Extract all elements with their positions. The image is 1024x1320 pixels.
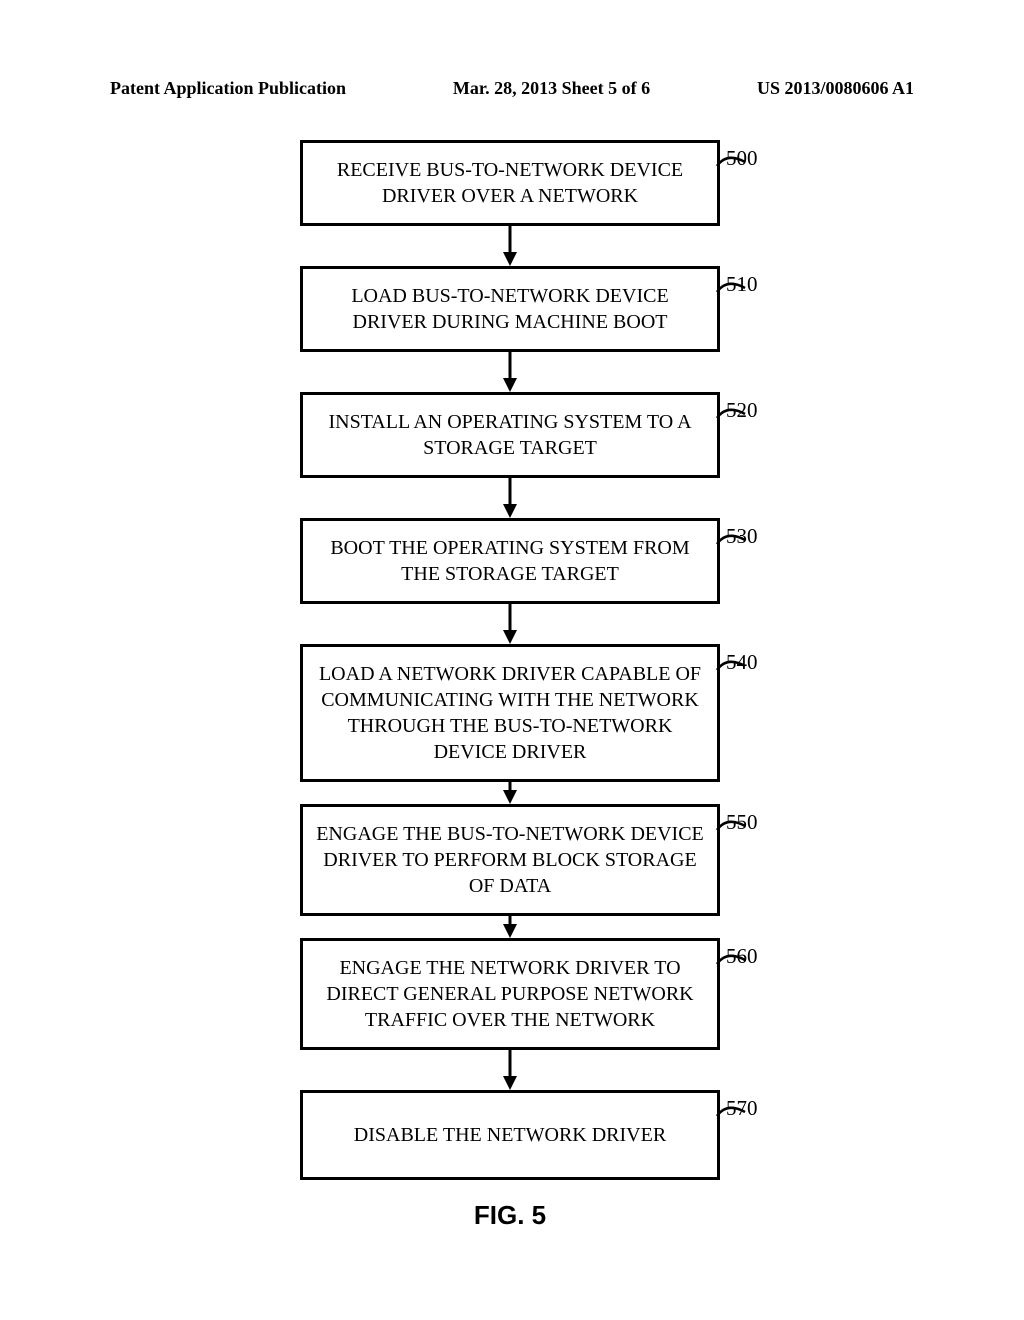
step-box-570: DISABLE THE NETWORK DRIVER [300,1090,720,1180]
step-box-550: ENGAGE THE BUS-TO-NETWORK DEVICE DRIVER … [300,804,720,916]
header-center: Mar. 28, 2013 Sheet 5 of 6 [453,78,650,99]
flow-arrow-icon [190,226,830,266]
flow-arrow-icon [190,916,830,938]
flow-step: LOAD A NETWORK DRIVER CAPABLE OF COMMUNI… [190,644,830,782]
figure-label: FIG. 5 [190,1200,830,1231]
step-box-540: LOAD A NETWORK DRIVER CAPABLE OF COMMUNI… [300,644,720,782]
step-text: LOAD A NETWORK DRIVER CAPABLE OF COMMUNI… [313,661,707,765]
flow-step: RECEIVE BUS-TO-NETWORK DEVICE DRIVER OVE… [190,140,830,226]
header-left: Patent Application Publication [110,78,346,99]
step-text: INSTALL AN OPERATING SYSTEM TO A STORAGE… [313,409,707,461]
flow-arrow-icon [190,604,830,644]
step-box-500: RECEIVE BUS-TO-NETWORK DEVICE DRIVER OVE… [300,140,720,226]
step-text: LOAD BUS-TO-NETWORK DEVICE DRIVER DURING… [313,283,707,335]
step-text: ENGAGE THE BUS-TO-NETWORK DEVICE DRIVER … [313,821,707,899]
flow-step: ENGAGE THE NETWORK DRIVER TO DIRECT GENE… [190,938,830,1050]
step-box-560: ENGAGE THE NETWORK DRIVER TO DIRECT GENE… [300,938,720,1050]
flow-step: ENGAGE THE BUS-TO-NETWORK DEVICE DRIVER … [190,804,830,916]
step-text: BOOT THE OPERATING SYSTEM FROM THE STORA… [313,535,707,587]
flow-arrow-icon [190,352,830,392]
step-ref: 540 [726,650,758,675]
step-text: DISABLE THE NETWORK DRIVER [354,1122,666,1148]
step-ref: 560 [726,944,758,969]
flow-step: BOOT THE OPERATING SYSTEM FROM THE STORA… [190,518,830,604]
page-header: Patent Application Publication Mar. 28, … [110,78,914,99]
step-text: ENGAGE THE NETWORK DRIVER TO DIRECT GENE… [313,955,707,1033]
step-text: RECEIVE BUS-TO-NETWORK DEVICE DRIVER OVE… [313,157,707,209]
flow-arrow-icon [190,1050,830,1090]
step-ref: 570 [726,1096,758,1121]
step-box-530: BOOT THE OPERATING SYSTEM FROM THE STORA… [300,518,720,604]
flow-step: INSTALL AN OPERATING SYSTEM TO A STORAGE… [190,392,830,478]
flow-step: DISABLE THE NETWORK DRIVER 570 [190,1090,830,1180]
step-ref: 510 [726,272,758,297]
header-right: US 2013/0080606 A1 [757,78,914,99]
step-ref: 520 [726,398,758,423]
step-ref: 530 [726,524,758,549]
step-box-510: LOAD BUS-TO-NETWORK DEVICE DRIVER DURING… [300,266,720,352]
flow-arrow-icon [190,782,830,804]
step-ref: 550 [726,810,758,835]
flowchart: RECEIVE BUS-TO-NETWORK DEVICE DRIVER OVE… [190,140,830,1231]
flow-step: LOAD BUS-TO-NETWORK DEVICE DRIVER DURING… [190,266,830,352]
flow-arrow-icon [190,478,830,518]
step-ref: 500 [726,146,758,171]
step-box-520: INSTALL AN OPERATING SYSTEM TO A STORAGE… [300,392,720,478]
